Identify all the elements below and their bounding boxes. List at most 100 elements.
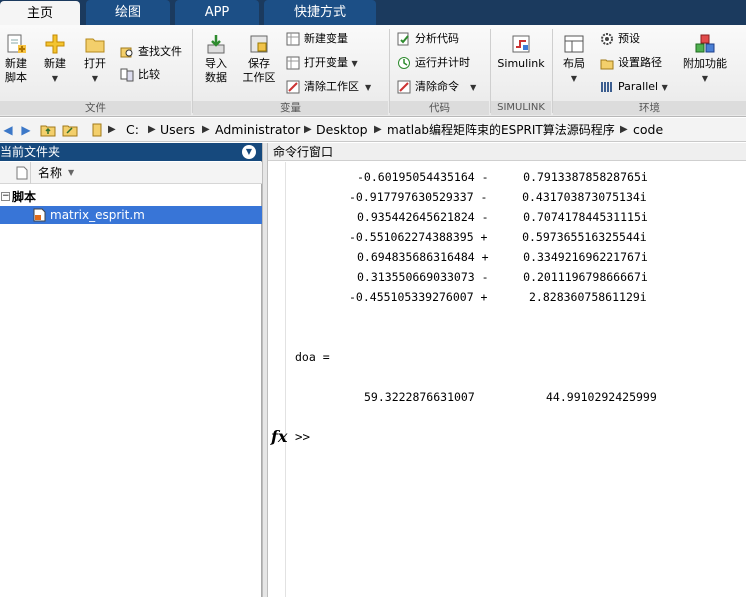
- new-variable-label: 新建变量: [304, 32, 348, 45]
- tree-group-scripts[interactable]: − 脚本: [0, 188, 262, 206]
- function-browser-icon[interactable]: fx: [271, 427, 287, 446]
- save-workspace-icon: [250, 35, 268, 53]
- find-files-label: 查找文件: [138, 45, 182, 58]
- open-variable-dropdown-arrow[interactable]: ▼: [352, 59, 358, 68]
- output-line: -0.917797630529337 - 0.431703873075134i: [349, 190, 647, 204]
- path-folder-icon: [90, 122, 106, 138]
- ribbon-tabstrip: 主页 绘图 APP 快捷方式: [0, 0, 746, 26]
- ribbon: 新建 脚本 新建 ▼ 打开 ▼ 查找文件 比较 文件 导入 数据 保存 工作区 …: [0, 25, 746, 117]
- output-line: 0.935442645621824 - 0.707417844531115i: [357, 210, 648, 224]
- name-column-header[interactable]: 名称 ▼: [0, 162, 262, 184]
- open-variable-button[interactable]: 打开变量 ▼: [286, 53, 358, 73]
- folder-open-icon: [85, 38, 105, 53]
- set-path-button[interactable]: 设置路径: [600, 53, 662, 73]
- compare-icon: [120, 68, 134, 82]
- open-variable-label: 打开变量: [304, 56, 348, 69]
- file-name-label: matrix_esprit.m: [50, 208, 145, 222]
- address-bar: ◀ ▶ ▶ C: ▶ Users ▶ Administrator ▶ Deskt…: [0, 118, 746, 142]
- forward-arrow-icon[interactable]: ▶: [18, 122, 34, 138]
- clear-workspace-button[interactable]: 清除工作区 ▼: [286, 77, 371, 97]
- output-line: 0.313550669033073 - 0.201119679866667i: [357, 270, 648, 284]
- simulink-icon: [512, 35, 530, 53]
- current-folder-header: 当前文件夹 ▼: [0, 143, 262, 161]
- parallel-button[interactable]: Parallel ▼: [600, 77, 668, 97]
- simulink-button[interactable]: Simulink: [495, 33, 547, 71]
- command-window[interactable]: 命令行窗口 -0.60195054435164 - 0.791338785828…: [268, 143, 746, 597]
- crumb-code[interactable]: code: [633, 118, 663, 142]
- run-and-time-button[interactable]: 运行并计时: [397, 53, 470, 73]
- preferences-label: 预设: [618, 32, 640, 45]
- crumb-project-folder[interactable]: matlab编程矩阵束的ESPRIT算法源码程序: [387, 118, 615, 142]
- crumb-desktop[interactable]: Desktop: [316, 118, 368, 142]
- import-data-icon: [207, 35, 225, 54]
- new-script-button[interactable]: 新建 脚本: [2, 33, 30, 85]
- browse-folder-icon[interactable]: [62, 122, 78, 138]
- command-window-header: 命令行窗口: [268, 143, 746, 161]
- crumb-separator-icon: ▶: [108, 124, 116, 135]
- compare-button[interactable]: 比较: [120, 65, 160, 85]
- addons-dropdown-arrow[interactable]: ▼: [702, 74, 708, 83]
- crumb-separator-icon: ▶: [304, 124, 312, 135]
- tab-plots[interactable]: 绘图: [86, 0, 170, 25]
- name-column-label: 名称: [38, 166, 63, 180]
- new-script-icon: [7, 34, 26, 53]
- current-folder-panel: 当前文件夹 ▼ 名称 ▼ − 脚本 matrix_esprit.m: [0, 143, 262, 597]
- group-label-code: 代码: [390, 101, 489, 115]
- crumb-separator-icon: ▶: [148, 124, 156, 135]
- matlab-window: 主页 绘图 APP 快捷方式 新建 脚本 新建 ▼ 打开 ▼ 查找文件 比较 文…: [0, 0, 746, 597]
- run-and-time-label: 运行并计时: [415, 56, 470, 69]
- set-path-icon: [600, 59, 614, 70]
- command-window-title: 命令行窗口: [273, 145, 334, 159]
- command-prompt[interactable]: >>: [295, 429, 310, 445]
- column-divider: [30, 162, 31, 184]
- tab-home[interactable]: 主页: [0, 1, 80, 26]
- tab-apps[interactable]: APP: [175, 0, 259, 25]
- open-dropdown-arrow[interactable]: ▼: [92, 74, 98, 83]
- clear-commands-button[interactable]: 清除命令 ▼: [397, 77, 476, 97]
- layout-label: 布局: [563, 57, 585, 70]
- save-workspace-button[interactable]: 保存 工作区: [241, 33, 277, 85]
- crumb-c[interactable]: C:: [126, 118, 139, 142]
- panel-menu-icon[interactable]: ▼: [242, 145, 256, 159]
- analyze-code-button[interactable]: 分析代码: [397, 29, 459, 49]
- parallel-dropdown-arrow[interactable]: ▼: [662, 83, 668, 92]
- preferences-button[interactable]: 预设: [600, 29, 640, 49]
- layout-dropdown-arrow[interactable]: ▼: [571, 74, 577, 83]
- layout-button[interactable]: 布局 ▼: [558, 33, 590, 86]
- new-button[interactable]: 新建 ▼: [40, 33, 70, 86]
- new-variable-icon: [286, 32, 300, 46]
- back-arrow-icon[interactable]: ◀: [0, 122, 16, 138]
- crumb-administrator[interactable]: Administrator: [215, 118, 300, 142]
- command-window-gutter: [268, 162, 286, 597]
- addons-button[interactable]: 附加功能 ▼: [680, 33, 730, 86]
- tab-shortcuts[interactable]: 快捷方式: [264, 0, 376, 25]
- current-folder-title: 当前文件夹: [0, 145, 61, 159]
- gear-icon: [601, 33, 613, 45]
- group-label-variable: 变量: [193, 101, 388, 115]
- new-plus-icon: [45, 34, 65, 54]
- crumb-users[interactable]: Users: [160, 118, 195, 142]
- clear-commands-icon: [397, 80, 411, 94]
- up-folder-icon[interactable]: [40, 122, 56, 138]
- clear-commands-label: 清除命令: [415, 80, 459, 93]
- file-item-matrix-esprit[interactable]: matrix_esprit.m: [0, 206, 262, 224]
- open-button[interactable]: 打开 ▼: [80, 33, 110, 86]
- set-path-label: 设置路径: [618, 56, 662, 69]
- new-variable-button[interactable]: 新建变量: [286, 29, 348, 49]
- output-line: -0.60195054435164 - 0.791338785828765i: [357, 170, 648, 184]
- collapse-toggle-icon[interactable]: −: [1, 192, 10, 201]
- import-data-label: 导入 数据: [205, 57, 227, 84]
- clear-workspace-dropdown-arrow[interactable]: ▼: [363, 83, 371, 92]
- open-variable-icon: [286, 56, 300, 70]
- m-file-icon: [33, 208, 46, 222]
- import-data-button[interactable]: 导入 数据: [200, 33, 232, 85]
- file-type-column-icon: [16, 166, 28, 180]
- clear-workspace-label: 清除工作区: [304, 80, 359, 93]
- sort-arrow-icon[interactable]: ▼: [68, 162, 74, 184]
- new-dropdown-arrow[interactable]: ▼: [52, 74, 58, 83]
- clear-commands-dropdown-arrow[interactable]: ▼: [463, 83, 476, 92]
- find-files-button[interactable]: 查找文件: [120, 42, 182, 62]
- new-script-label: 新建 脚本: [5, 57, 27, 84]
- new-label: 新建: [44, 57, 66, 70]
- open-label: 打开: [84, 57, 106, 70]
